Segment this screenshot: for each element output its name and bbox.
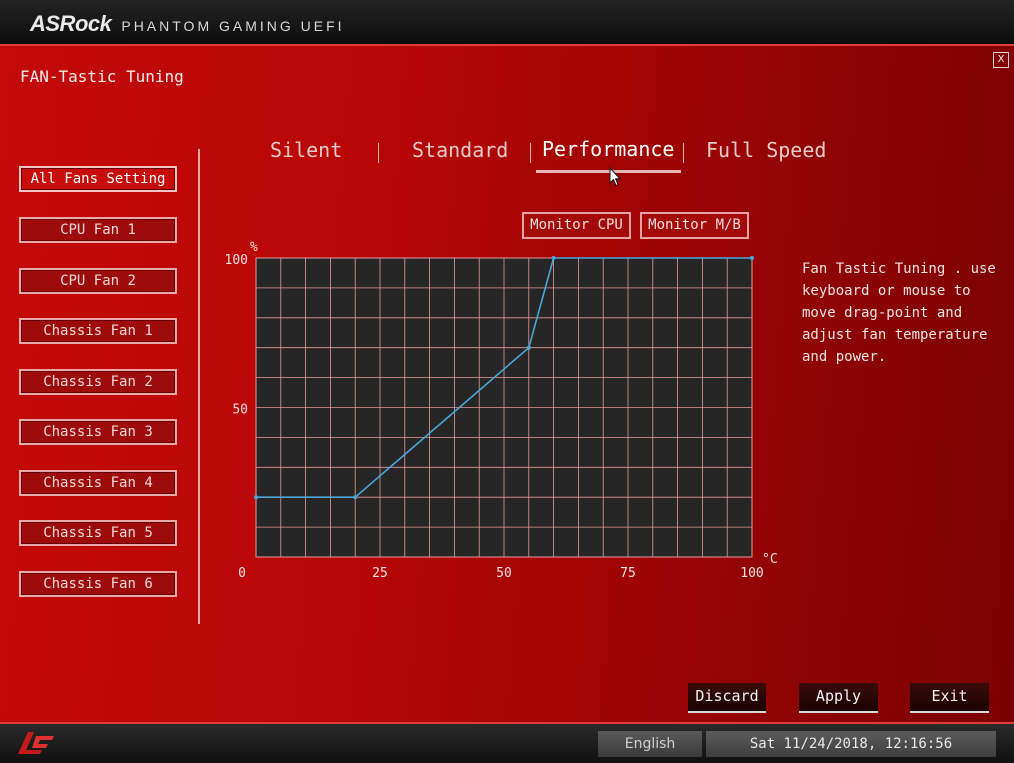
- top-bar: ASRock PHANTOM GAMING UEFI: [0, 0, 1014, 46]
- y-axis-label: %: [250, 240, 258, 255]
- brand: ASRock PHANTOM GAMING UEFI: [30, 9, 345, 39]
- help-text: Fan Tastic Tuning . use keyboard or mous…: [802, 261, 996, 365]
- sidebar-item-cpu-fan-1[interactable]: CPU Fan 1: [19, 217, 177, 243]
- page-title: FAN-Tastic Tuning: [20, 67, 184, 86]
- x-tick-label: 25: [372, 566, 388, 581]
- y-tick-label: 50: [232, 403, 248, 418]
- tab-silent[interactable]: Silent: [270, 138, 342, 162]
- close-button[interactable]: X: [993, 52, 1009, 68]
- tab-separator: [530, 143, 531, 163]
- asrock-logo: ASRock: [30, 11, 112, 36]
- footer-bar: English Sat 11/24/2018, 12:16:56: [0, 722, 1014, 763]
- sidebar-item-chassis-fan-1[interactable]: Chassis Fan 1: [19, 318, 177, 344]
- tab-separator: [378, 143, 379, 163]
- x-tick-label: 50: [496, 566, 512, 581]
- sidebar-item-chassis-fan-5[interactable]: Chassis Fan 5: [19, 520, 177, 546]
- apply-button[interactable]: Apply: [799, 683, 878, 713]
- drag-point[interactable]: [551, 256, 556, 260]
- tab-separator: [683, 143, 684, 163]
- tab-performance[interactable]: Performance: [542, 137, 674, 161]
- sidebar-item-chassis-fan-4[interactable]: Chassis Fan 4: [19, 470, 177, 496]
- mouse-cursor-icon: [609, 167, 621, 187]
- tab-standard[interactable]: Standard: [412, 138, 508, 162]
- x-axis-label: °C: [762, 552, 778, 567]
- x-tick-label: 100: [740, 566, 763, 581]
- brand-subtitle: PHANTOM GAMING UEFI: [121, 18, 345, 34]
- sidebar-item-cpu-fan-2[interactable]: CPU Fan 2: [19, 268, 177, 294]
- sidebar-item-chassis-fan-3[interactable]: Chassis Fan 3: [19, 419, 177, 445]
- y-tick-label: 100: [225, 253, 248, 268]
- x-tick-label: 75: [620, 566, 636, 581]
- sidebar-item-all-fans-setting[interactable]: All Fans Setting: [19, 166, 177, 192]
- fan-curve-chart[interactable]: % °C 0 25 50 75 100 50 100: [220, 234, 790, 584]
- sidebar-item-chassis-fan-2[interactable]: Chassis Fan 2: [19, 369, 177, 395]
- chart-grid: [256, 258, 752, 557]
- exit-button[interactable]: Exit: [910, 683, 989, 713]
- tab-full-speed[interactable]: Full Speed: [706, 138, 826, 162]
- sidebar-item-chassis-fan-6[interactable]: Chassis Fan 6: [19, 571, 177, 597]
- drag-point[interactable]: [750, 256, 754, 260]
- x-tick-label: 0: [238, 566, 246, 581]
- language-selector[interactable]: English: [598, 731, 702, 757]
- sidebar-divider: [198, 149, 200, 624]
- drag-point[interactable]: [254, 495, 258, 500]
- drag-point[interactable]: [526, 345, 531, 350]
- datetime-display: Sat 11/24/2018, 12:16:56: [706, 731, 996, 757]
- drag-point[interactable]: [353, 495, 358, 500]
- discard-button[interactable]: Discard: [688, 683, 766, 713]
- phantom-gaming-logo-icon: [18, 732, 54, 754]
